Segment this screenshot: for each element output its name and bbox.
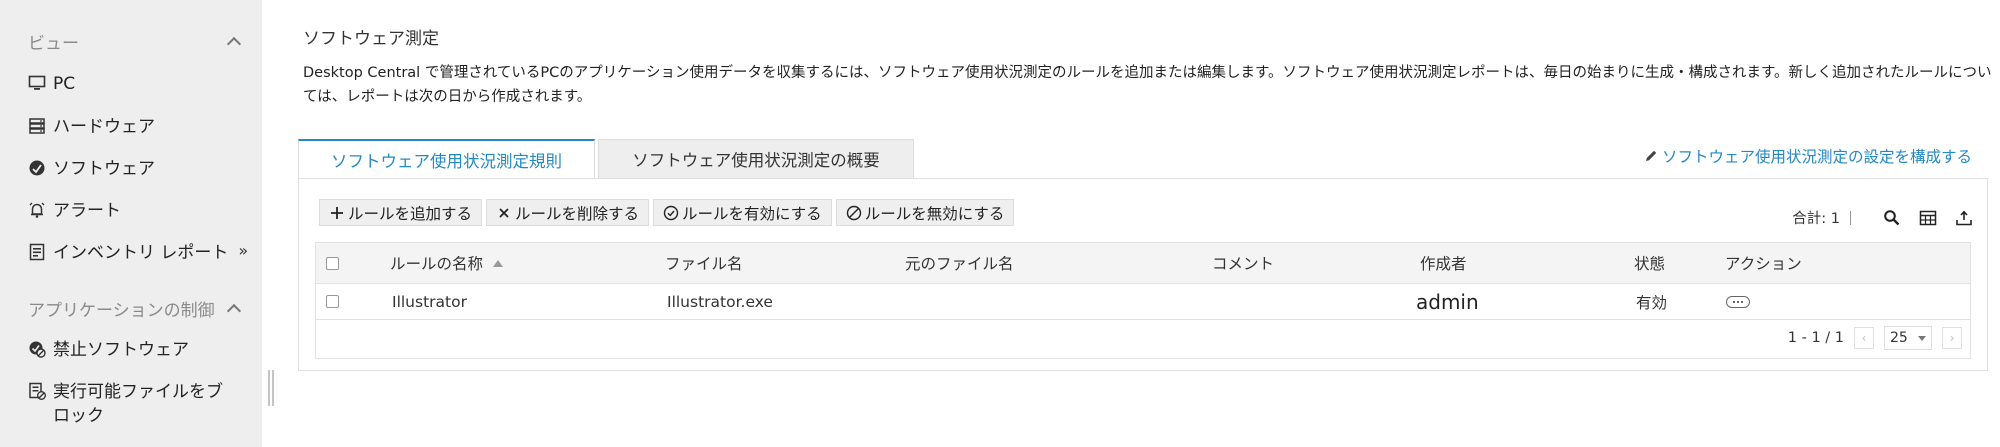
- configure-settings-link[interactable]: ソフトウェア使用状況測定の設定を構成する: [1644, 145, 1972, 167]
- pagination: 1 - 1 / 1 ‹ 25 ›: [1788, 326, 1962, 350]
- chevron-up-icon: [226, 36, 242, 52]
- column-header-file[interactable]: ファイル名: [665, 243, 743, 283]
- table-row[interactable]: Illustrator Illustrator.exe admin 有効: [316, 284, 1970, 320]
- table-tools: 合計: 1: [1792, 207, 1973, 228]
- disable-rule-label: ルールを無効にする: [864, 204, 1005, 223]
- software-icon: [29, 160, 45, 176]
- next-page-icon[interactable]: ›: [1942, 327, 1962, 349]
- sidebar-item-label: ハードウェア: [53, 117, 155, 137]
- rules-panel: ルールを追加する ルールを削除する ルールを有効にする ルールを無効にする 合計…: [298, 178, 1988, 371]
- page-range: 1 - 1 / 1: [1787, 330, 1844, 346]
- table-header: ルールの名称 ファイル名 元のファイル名 コメント 作成者 状態 アクション: [316, 243, 1970, 284]
- view-section-header[interactable]: ビュー: [28, 28, 243, 54]
- report-icon: [29, 243, 45, 261]
- appctrl-section-label: アプリケーションの制御: [28, 300, 215, 321]
- cell-status: 有効: [1636, 293, 1668, 312]
- dropdown-arrow-icon: [1918, 335, 1926, 341]
- ban-icon: [846, 205, 861, 220]
- total-count: 合計: 1: [1792, 211, 1840, 227]
- sidebar-item-label: 実行可能ファイルをブロック: [53, 382, 223, 426]
- page-description: Desktop Central で管理されているPCのアプリケーション使用データ…: [303, 65, 1992, 105]
- chevron-up-icon: [226, 303, 242, 319]
- expand-more-icon[interactable]: »: [238, 241, 248, 260]
- close-icon: [499, 207, 509, 218]
- monitor-icon: [28, 75, 46, 90]
- delete-rule-button[interactable]: ルールを削除する: [486, 199, 650, 226]
- hardware-icon: [29, 118, 45, 134]
- column-header-original-file[interactable]: 元のファイル名: [905, 243, 1014, 283]
- row-select-cell: [326, 284, 339, 319]
- delete-rule-label: ルールを削除する: [515, 204, 640, 223]
- sidebar-item-label: アラート: [53, 201, 121, 221]
- sort-ascending-icon: [493, 259, 504, 267]
- sidebar-resize-handle[interactable]: [266, 370, 276, 406]
- plus-icon: [331, 206, 343, 219]
- enable-rule-button[interactable]: ルールを有効にする: [653, 199, 832, 226]
- sidebar-item-label: PC: [53, 74, 76, 94]
- prohibited-software-icon: [29, 341, 46, 358]
- sidebar-item-inventory-report[interactable]: インベントリ レポート »: [28, 241, 253, 265]
- sidebar-item-label: 禁止ソフトウェア: [53, 340, 189, 360]
- configure-settings-label: ソフトウェア使用状況測定の設定を構成する: [1661, 148, 1972, 166]
- add-rule-button[interactable]: ルールを追加する: [319, 199, 483, 226]
- appctrl-section-header[interactable]: アプリケーションの制御: [28, 295, 243, 321]
- alert-bell-icon: [29, 202, 45, 218]
- column-header-status[interactable]: 状態: [1634, 243, 1665, 283]
- disable-rule-button[interactable]: ルールを無効にする: [835, 199, 1015, 226]
- column-header-author[interactable]: 作成者: [1420, 243, 1467, 283]
- sidebar-item-label: インベントリ レポート: [53, 243, 229, 263]
- column-header-action: アクション: [1725, 255, 1802, 273]
- divider: [1850, 210, 1851, 225]
- sidebar-item-software[interactable]: ソフトウェア: [28, 157, 253, 181]
- sidebar-item-prohibited-software[interactable]: 禁止ソフトウェア: [28, 338, 253, 362]
- sidebar: ビュー PC ハードウェア ソフトウェア アラート インベントリ レポート » …: [0, 0, 262, 447]
- page-title: ソフトウェア測定: [303, 29, 439, 49]
- view-section-label: ビュー: [28, 33, 79, 54]
- sidebar-item-alert[interactable]: アラート: [28, 199, 253, 223]
- prev-page-icon[interactable]: ‹: [1854, 327, 1874, 349]
- enable-rule-label: ルールを有効にする: [682, 204, 822, 223]
- check-circle-icon: [663, 205, 679, 220]
- column-header-label: ルールの名称: [390, 255, 484, 273]
- page-size-value: 25: [1890, 330, 1908, 346]
- rules-toolbar: ルールを追加する ルールを削除する ルールを有効にする ルールを無効にする: [319, 199, 1015, 226]
- pencil-icon: [1645, 150, 1657, 161]
- tab-metering-summary[interactable]: ソフトウェア使用状況測定の概要: [598, 139, 914, 179]
- rules-table: ルールの名称 ファイル名 元のファイル名 コメント 作成者 状態 アクション I…: [315, 242, 1971, 359]
- add-rule-label: ルールを追加する: [348, 204, 473, 223]
- sidebar-item-hardware[interactable]: ハードウェア: [28, 115, 253, 139]
- page-size-select[interactable]: 25: [1884, 326, 1932, 350]
- more-actions-icon[interactable]: [1726, 295, 1750, 308]
- search-icon[interactable]: [1883, 209, 1901, 227]
- sidebar-item-label: ソフトウェア: [53, 159, 155, 179]
- row-checkbox[interactable]: [326, 295, 339, 308]
- column-chooser-icon[interactable]: [1919, 209, 1937, 227]
- cell-file-name: Illustrator.exe: [667, 292, 773, 311]
- sidebar-item-pc[interactable]: PC: [28, 72, 253, 96]
- column-header-name[interactable]: ルールの名称: [390, 243, 504, 283]
- cell-rule-name: Illustrator: [392, 292, 467, 311]
- cell-action: [1726, 284, 1750, 319]
- tab-metering-rules[interactable]: ソフトウェア使用状況測定規則: [298, 139, 595, 179]
- column-header-comment[interactable]: コメント: [1212, 243, 1274, 283]
- export-icon[interactable]: [1955, 209, 1973, 227]
- select-all-cell: [326, 243, 339, 283]
- block-executable-icon: [29, 382, 46, 400]
- cell-author: admin: [1416, 289, 1479, 314]
- select-all-checkbox[interactable]: [326, 256, 339, 270]
- sidebar-item-block-executable[interactable]: 実行可能ファイルをブロック: [28, 380, 228, 428]
